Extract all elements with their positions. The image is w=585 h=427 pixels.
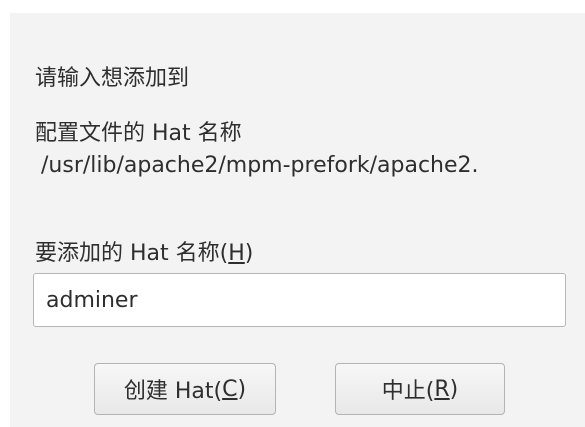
hat-name-label-text: 要添加的 Hat 名称(	[35, 241, 229, 266]
create-hat-button-mnemonic: C	[222, 376, 238, 402]
hat-name-label-mnemonic: H	[228, 241, 245, 266]
add-hat-dialog: 请输入想添加到 配置文件的 Hat 名称 /usr/lib/apache2/mp…	[10, 13, 585, 427]
hat-name-label: 要添加的 Hat 名称(H)	[35, 235, 253, 267]
abort-button-mnemonic: R	[434, 376, 450, 402]
abort-button-text: 中止(	[381, 379, 435, 404]
hat-name-input[interactable]	[33, 273, 566, 327]
abort-button[interactable]: 中止(R)	[335, 363, 505, 415]
hat-name-label-close: )	[244, 241, 254, 266]
create-hat-button-text: 创建 Hat(	[123, 379, 223, 404]
create-hat-button-close: )	[237, 376, 247, 402]
prompt-line-2: 配置文件的 Hat 名称	[35, 121, 242, 146]
profile-path: /usr/lib/apache2/mpm-prefork/apache2.	[41, 153, 479, 178]
create-hat-button[interactable]: 创建 Hat(C)	[94, 363, 276, 415]
prompt-line-1: 请输入想添加到	[35, 66, 190, 91]
abort-button-close: )	[449, 376, 459, 402]
